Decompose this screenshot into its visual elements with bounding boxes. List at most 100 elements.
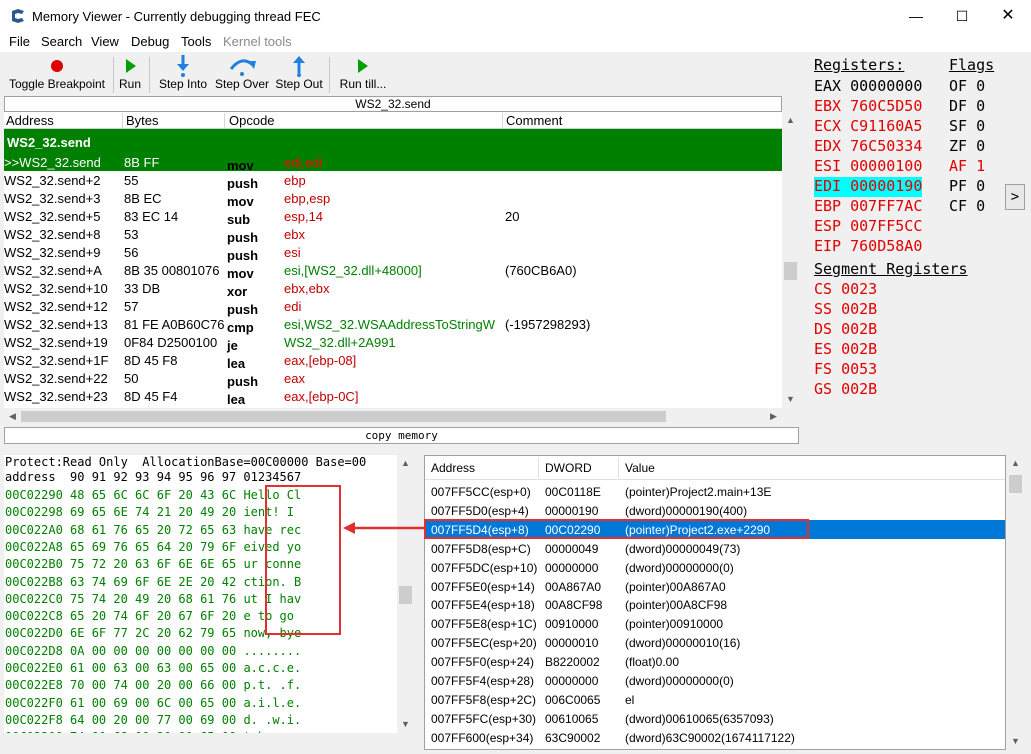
- register-eax[interactable]: EAX 00000000: [814, 77, 922, 97]
- hex-row[interactable]: 00C022D0 6E 6F 77 2C 20 62 79 65 now, by…: [5, 626, 301, 643]
- register-esi[interactable]: ESI 00000100: [814, 157, 922, 177]
- stack-view[interactable]: Address DWORD Value 007FF5CC(esp+0) 00C01…: [424, 455, 1006, 750]
- register-ecx[interactable]: ECX C91160A5: [814, 117, 922, 137]
- disasm-row[interactable]: WS2_32.send+8 53 push ebx: [4, 225, 782, 245]
- flag-df[interactable]: DF 0: [949, 97, 985, 115]
- disasm-row[interactable]: WS2_32.send+1F 8D 45 F8 lea eax,[ebp-08]: [4, 351, 782, 371]
- disassembler-view[interactable]: WS2_32.send >>WS2_32.send 8B FF mov edi,edi…: [4, 129, 782, 408]
- stack-row[interactable]: 007FF5D8(esp+C) 00000049 (dword)00000049(7…: [425, 539, 1005, 558]
- scroll-right-arrow[interactable]: ▶: [765, 408, 782, 425]
- stack-row[interactable]: 007FF5E4(esp+18) 00A8CF98 (pointer)00A8CF9…: [425, 595, 1005, 614]
- hex-row[interactable]: 00C02298 69 65 6E 74 21 20 49 20 ient! I: [5, 505, 301, 522]
- step-out-button[interactable]: Step Out: [273, 53, 325, 96]
- disasm-row[interactable]: WS2_32.send+2 55 push ebp: [4, 171, 782, 191]
- menu-view[interactable]: View: [91, 34, 119, 49]
- stack-row[interactable]: 007FF5EC(esp+20) 00000010 (dword)00000010(…: [425, 633, 1005, 652]
- register-edx[interactable]: EDX 76C50334: [814, 137, 922, 157]
- column-address[interactable]: Address: [6, 113, 54, 128]
- hex-row[interactable]: 00C022B8 63 74 69 6F 6E 2E 20 42 ction. …: [5, 575, 301, 592]
- hex-row[interactable]: 00C022D8 0A 00 00 00 00 00 00 00 .......…: [5, 644, 301, 661]
- stack-row[interactable]: 007FF5D0(esp+4) 00000190 (dword)00000190(4…: [425, 501, 1005, 520]
- copy-memory-bar[interactable]: copy memory: [4, 427, 799, 444]
- disasm-row[interactable]: WS2_32.send+13 81 FE A0B60C76 cmp esi,WS2_3…: [4, 315, 782, 335]
- column-comment[interactable]: Comment: [506, 113, 562, 128]
- scroll-thumb[interactable]: [399, 586, 412, 604]
- scroll-up-arrow[interactable]: ▲: [782, 112, 799, 129]
- segment-es[interactable]: ES 002B: [814, 340, 877, 358]
- segment-cs[interactable]: CS 0023: [814, 280, 877, 298]
- scroll-up-arrow[interactable]: ▲: [1007, 455, 1024, 472]
- hex-row[interactable]: 00C022F8 64 00 20 00 77 00 69 00 d. .w.i…: [5, 713, 301, 730]
- hex-row[interactable]: 00C022A8 65 69 76 65 64 20 79 6F eived y…: [5, 540, 301, 557]
- hex-horizontal-scrollbar[interactable]: [4, 733, 397, 750]
- disasm-row[interactable]: WS2_32.send+3 8B EC mov ebp,esp: [4, 189, 782, 209]
- hex-row[interactable]: 00C022A0 68 61 76 65 20 72 65 63 have re…: [5, 523, 301, 540]
- column-address[interactable]: Address: [431, 461, 475, 475]
- hex-row[interactable]: 00C022E0 61 00 63 00 63 00 65 00 a.c.c.e…: [5, 661, 301, 678]
- scroll-thumb[interactable]: [21, 411, 666, 422]
- disasm-row[interactable]: WS2_32.send+9 56 push esi: [4, 243, 782, 263]
- stack-vertical-scrollbar[interactable]: ▲ ▼: [1007, 455, 1024, 750]
- maximize-button[interactable]: ☐: [939, 0, 985, 32]
- disasm-row[interactable]: WS2_32.send+23 8D 45 F4 lea eax,[ebp-0C]: [4, 387, 782, 407]
- disasm-row[interactable]: WS2_32.send+A 8B 35 00801076 mov esi,[WS2_3…: [4, 261, 782, 281]
- stack-row[interactable]: 007FF5CC(esp+0) 00C0118E (pointer)Project2…: [425, 482, 1005, 501]
- column-value[interactable]: Value: [625, 461, 655, 475]
- scroll-up-arrow[interactable]: ▲: [397, 455, 414, 472]
- scroll-thumb[interactable]: [1009, 475, 1022, 493]
- hex-row[interactable]: 00C02290 48 65 6C 6C 6F 20 43 6C Hello C…: [5, 488, 301, 505]
- scroll-left-arrow[interactable]: ◀: [4, 408, 21, 425]
- expand-registers-button[interactable]: >: [1005, 184, 1025, 210]
- stack-row[interactable]: 007FF5F8(esp+2C) 006C0065 el: [425, 690, 1005, 709]
- horizontal-splitter[interactable]: [0, 448, 1031, 453]
- hex-row[interactable]: 00C022C8 65 20 74 6F 20 67 6F 20 e to go: [5, 609, 301, 626]
- segment-ss[interactable]: SS 002B: [814, 300, 877, 318]
- hex-row[interactable]: 00C022C0 75 74 20 49 20 68 61 76 ut I ha…: [5, 592, 301, 609]
- minimize-button[interactable]: —: [893, 0, 939, 32]
- disassembler-horizontal-scrollbar[interactable]: ◀ ▶: [4, 408, 782, 425]
- register-ebx[interactable]: EBX 760C5D50: [814, 97, 922, 117]
- column-opcode[interactable]: Opcode: [229, 113, 275, 128]
- close-button[interactable]: ✕: [985, 0, 1031, 32]
- column-dword[interactable]: DWORD: [545, 461, 592, 475]
- run-button[interactable]: Run: [117, 53, 143, 96]
- hex-row[interactable]: 00C022E8 70 00 74 00 20 00 66 00 p.t. .f…: [5, 678, 301, 695]
- column-separator[interactable]: [224, 113, 225, 128]
- step-into-button[interactable]: Step Into: [155, 53, 211, 96]
- column-separator[interactable]: [618, 458, 619, 478]
- disasm-row[interactable]: WS2_32.send+22 50 push eax: [4, 369, 782, 389]
- column-separator[interactable]: [122, 113, 123, 128]
- column-separator[interactable]: [502, 113, 503, 128]
- flag-zf[interactable]: ZF 0: [949, 137, 985, 155]
- stack-row[interactable]: 007FF5E8(esp+1C) 00910000 (pointer)0091000…: [425, 614, 1005, 633]
- flag-sf[interactable]: SF 0: [949, 117, 985, 135]
- hex-row[interactable]: 00C022F0 61 00 69 00 6C 00 65 00 a.i.l.e…: [5, 696, 301, 713]
- disasm-row[interactable]: WS2_32.send+5 83 EC 14 sub esp,14 20: [4, 207, 782, 227]
- stack-row[interactable]: 007FF600(esp+34) 63C90002 (dword)63C90002(…: [425, 728, 1005, 747]
- column-separator[interactable]: [538, 458, 539, 478]
- segment-ds[interactable]: DS 002B: [814, 320, 877, 338]
- menu-kernel-tools[interactable]: Kernel tools: [223, 34, 292, 49]
- column-bytes[interactable]: Bytes: [126, 113, 159, 128]
- segment-gs[interactable]: GS 002B: [814, 380, 877, 398]
- run-till-button[interactable]: Run till...: [337, 53, 389, 96]
- step-over-button[interactable]: Step Over: [213, 53, 271, 96]
- flag-af[interactable]: AF 1: [949, 157, 985, 175]
- menu-tools[interactable]: Tools: [181, 34, 211, 49]
- hex-row[interactable]: 00C022B0 75 72 20 63 6F 6E 6E 65 ur conn…: [5, 557, 301, 574]
- disassembler-vertical-scrollbar[interactable]: ▲ ▼: [782, 112, 799, 408]
- scroll-thumb[interactable]: [784, 262, 797, 280]
- disasm-row[interactable]: >>WS2_32.send 8B FF mov edi,edi: [4, 153, 782, 173]
- menu-debug[interactable]: Debug: [131, 34, 169, 49]
- stack-row[interactable]: 007FF5F4(esp+28) 00000000 (dword)00000000(…: [425, 671, 1005, 690]
- hex-vertical-scrollbar[interactable]: ▲ ▼: [397, 455, 414, 733]
- menu-file[interactable]: File: [9, 34, 30, 49]
- disasm-row[interactable]: WS2_32.send+10 33 DB xor ebx,ebx: [4, 279, 782, 299]
- segment-fs[interactable]: FS 0053: [814, 360, 877, 378]
- stack-row[interactable]: 007FF5E0(esp+14) 00A867A0 (pointer)00A867A…: [425, 577, 1005, 596]
- register-esp[interactable]: ESP 007FF5CC: [814, 217, 922, 237]
- flag-pf[interactable]: PF 0: [949, 177, 985, 195]
- disasm-row[interactable]: WS2_32.send+19 0F84 D2500100 je WS2_32.dll+…: [4, 333, 782, 353]
- stack-row[interactable]: 007FF5F0(esp+24) B8220002 (float)0.00: [425, 652, 1005, 671]
- stack-row[interactable]: 007FF5DC(esp+10) 00000000 (dword)00000000(…: [425, 558, 1005, 577]
